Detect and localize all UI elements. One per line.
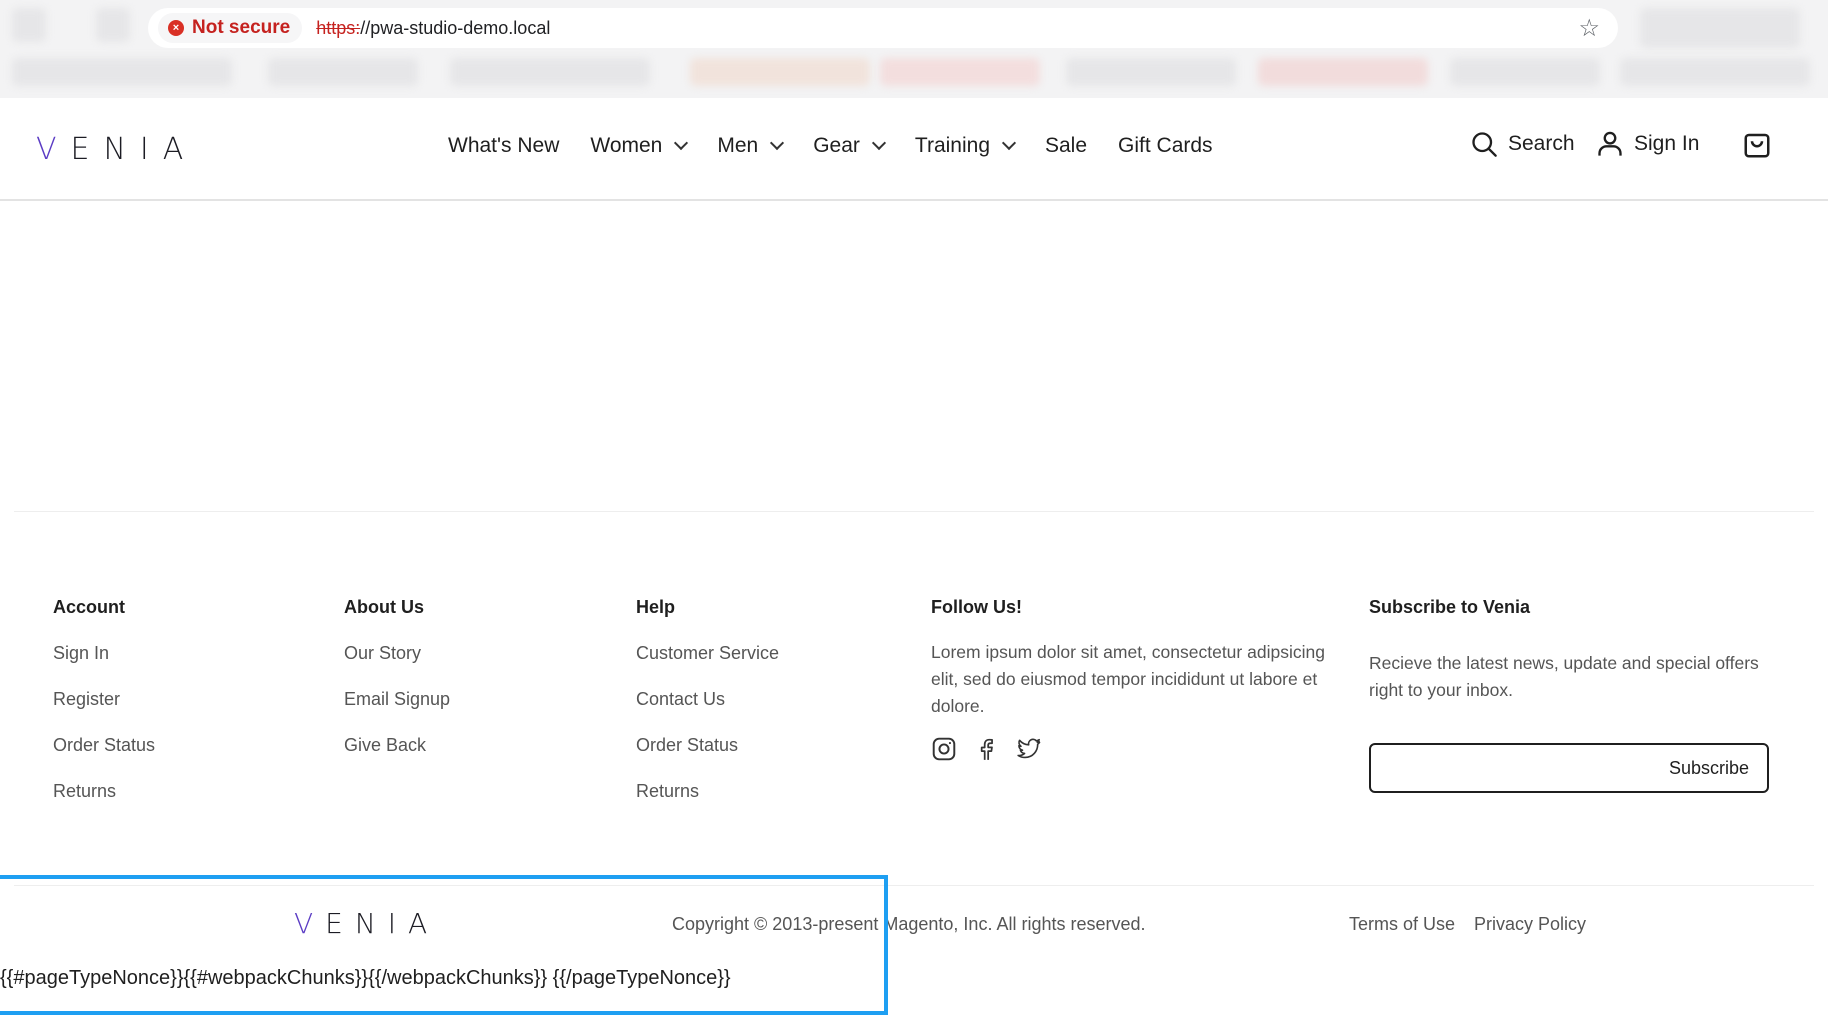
footer-link-email-signup[interactable]: Email Signup xyxy=(344,689,450,710)
bookmark-item[interactable] xyxy=(268,58,418,86)
nav-item-men[interactable]: Men xyxy=(717,134,785,158)
nav-item-gear[interactable]: Gear xyxy=(813,134,886,158)
nav-item-women[interactable]: Women xyxy=(590,134,689,158)
footer-about-title: About Us xyxy=(344,597,424,617)
shopping-bag-icon xyxy=(1744,133,1770,158)
privacy-policy-link[interactable]: Privacy Policy xyxy=(1474,914,1586,935)
bookmark-item[interactable] xyxy=(1620,58,1810,86)
search-label: Search xyxy=(1508,132,1575,155)
nav-item-gift-cards[interactable]: Gift Cards xyxy=(1118,134,1213,158)
footer-link-register[interactable]: Register xyxy=(53,689,120,710)
footer-link-sign-in[interactable]: Sign In xyxy=(53,643,109,664)
selection-highlight xyxy=(0,875,888,1015)
footer-link-order-status[interactable]: Order Status xyxy=(53,735,155,756)
footer-subscribe-text: Recieve the latest news, update and spec… xyxy=(1369,653,1759,700)
bookmark-item[interactable] xyxy=(1450,58,1600,86)
footer-subscribe-title: Subscribe to Venia xyxy=(1369,597,1531,617)
reload-button[interactable] xyxy=(96,8,130,42)
social-links xyxy=(931,736,1043,762)
chevron-down-icon xyxy=(674,135,689,151)
url-text[interactable]: https://pwa-studio-demo.local xyxy=(316,18,550,39)
footer-divider xyxy=(14,511,1814,512)
main-nav: What's New Women Men Gear Training Sale … xyxy=(448,134,1244,158)
site-header: VENIA What's New Women Men Gear Training… xyxy=(0,98,1828,201)
security-label: Not secure xyxy=(192,17,291,38)
footer-follow-title: Follow Us! xyxy=(931,597,1022,617)
bookmark-item[interactable] xyxy=(1258,58,1428,86)
subscribe-button[interactable]: Subscribe xyxy=(1669,758,1749,779)
back-button[interactable] xyxy=(12,8,46,42)
newsletter-email-field[interactable]: Subscribe xyxy=(1369,743,1769,793)
footer-link-contact-us[interactable]: Contact Us xyxy=(636,689,725,710)
terms-of-use-link[interactable]: Terms of Use xyxy=(1349,914,1455,935)
address-bar[interactable]: × Not secure https://pwa-studio-demo.loc… xyxy=(148,8,1618,48)
bookmark-item[interactable] xyxy=(880,58,1040,86)
footer-link-our-story[interactable]: Our Story xyxy=(344,643,421,664)
browser-chrome: × Not secure https://pwa-studio-demo.loc… xyxy=(0,0,1828,98)
footer-link-order-status[interactable]: Order Status xyxy=(636,735,738,756)
search-icon xyxy=(1472,132,1497,157)
sign-in-trigger[interactable]: Sign In xyxy=(1596,130,1699,158)
security-chip[interactable]: × Not secure xyxy=(158,13,303,43)
bookmark-item[interactable] xyxy=(690,58,870,86)
cart-trigger[interactable] xyxy=(1742,130,1772,160)
footer-account-title: Account xyxy=(53,597,125,617)
star-icon[interactable]: ☆ xyxy=(1578,14,1600,43)
sign-in-label: Sign In xyxy=(1634,132,1700,155)
chevron-down-icon xyxy=(1001,135,1017,151)
warning-icon: × xyxy=(168,20,184,36)
footer-link-returns[interactable]: Returns xyxy=(53,781,116,802)
nav-item-training[interactable]: Training xyxy=(915,134,1017,158)
bookmark-item[interactable] xyxy=(12,58,232,86)
footer-follow-text: Lorem ipsum dolor sit amet, consectetur … xyxy=(931,642,1325,716)
nav-item-whats-new[interactable]: What's New xyxy=(448,134,559,158)
twitter-icon[interactable] xyxy=(1015,736,1043,762)
footer-link-returns[interactable]: Returns xyxy=(636,781,699,802)
nav-item-sale[interactable]: Sale xyxy=(1045,134,1087,158)
footer-link-customer-service[interactable]: Customer Service xyxy=(636,643,779,664)
extensions-area[interactable] xyxy=(1640,8,1800,48)
facebook-icon[interactable] xyxy=(973,736,999,762)
search-trigger[interactable]: Search xyxy=(1470,130,1575,158)
chevron-down-icon xyxy=(770,135,785,151)
footer-link-give-back[interactable]: Give Back xyxy=(344,735,426,756)
bookmark-item[interactable] xyxy=(450,58,650,86)
venia-logo[interactable]: VENIA xyxy=(36,132,197,167)
chevron-down-icon xyxy=(871,135,886,151)
bookmark-item[interactable] xyxy=(1066,58,1236,86)
instagram-icon[interactable] xyxy=(931,736,957,762)
footer-help-title: Help xyxy=(636,597,676,617)
user-icon xyxy=(1598,131,1622,156)
